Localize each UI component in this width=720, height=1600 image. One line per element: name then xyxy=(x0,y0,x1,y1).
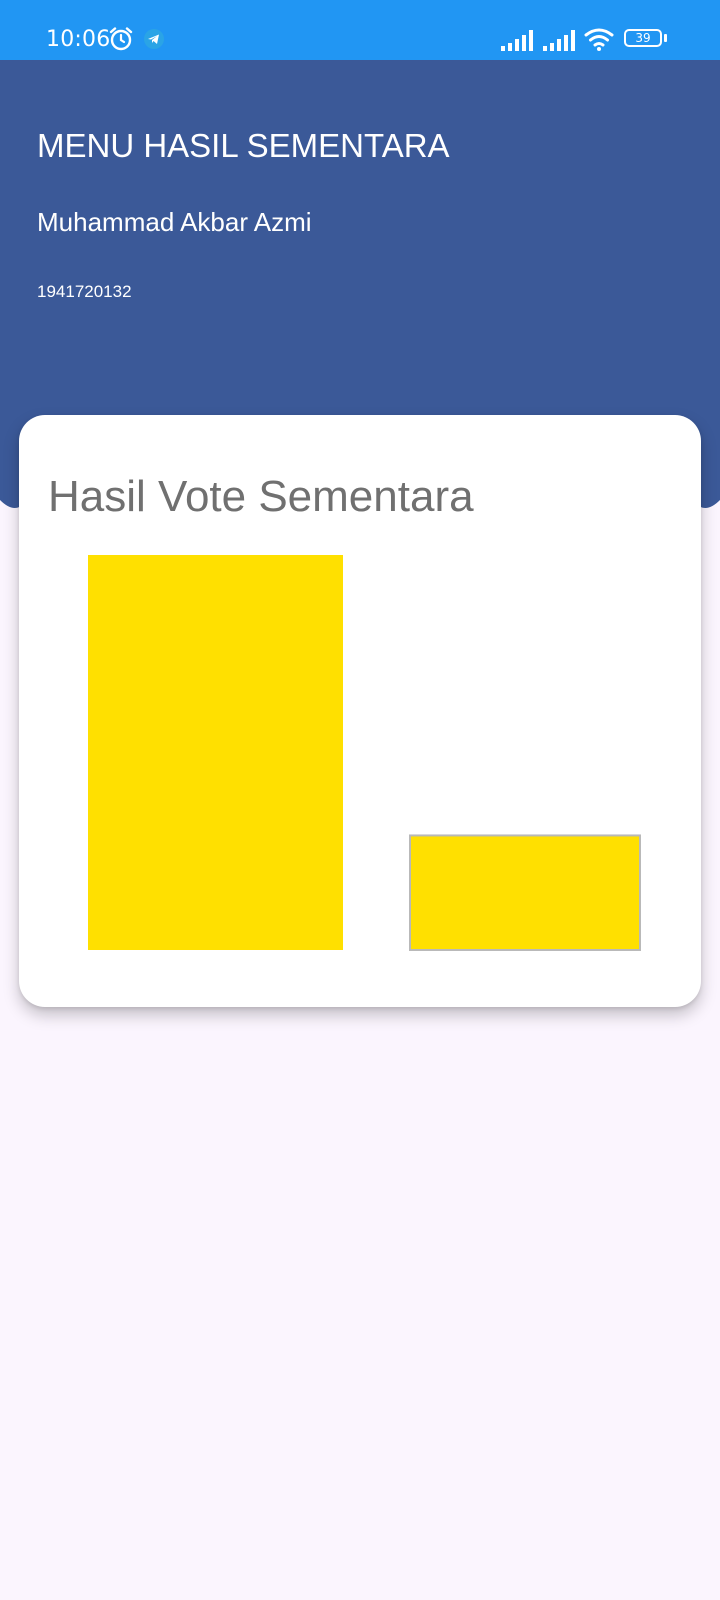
alarm-icon xyxy=(109,27,133,51)
battery-icon: 39 xyxy=(624,29,668,51)
status-time: 10:06 xyxy=(46,27,111,52)
chart-bar xyxy=(409,834,641,952)
signal-icon xyxy=(501,30,533,51)
page-title: MENU HASIL SEMENTARA xyxy=(37,127,450,164)
vote-results-card: Hasil Vote Sementara xyxy=(19,415,701,1007)
signal-icon xyxy=(543,30,575,51)
chart-bar xyxy=(88,555,343,950)
battery-level: 39 xyxy=(635,31,651,45)
vote-bar-chart xyxy=(88,555,641,952)
status-bar: 10:06 39 xyxy=(0,0,720,60)
wifi-icon xyxy=(584,28,614,51)
user-name: Muhammad Akbar Azmi xyxy=(37,207,312,237)
telegram-icon xyxy=(144,29,164,49)
user-id: 1941720132 xyxy=(37,282,132,301)
